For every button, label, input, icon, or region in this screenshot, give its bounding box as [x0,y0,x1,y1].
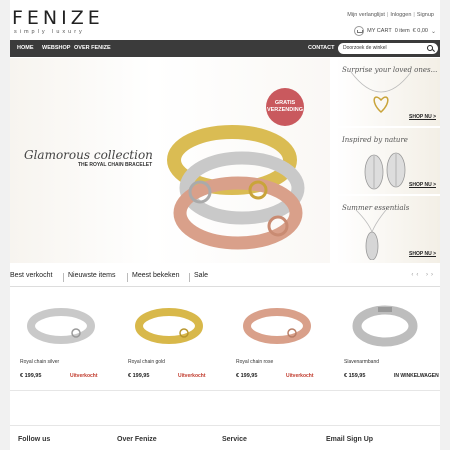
tab-meest-bekeken[interactable]: Meest bekeken [132,272,179,279]
leaf-earrings-image [364,152,406,190]
hero-banner[interactable]: Glamorous collection THE ROYAL CHAIN BRA… [10,58,330,263]
search-placeholder: Doorzoek de winkel [343,45,387,51]
product-image [352,305,418,347]
divider [10,286,440,287]
logo-tagline: simply luxury [14,29,85,35]
promo-summer[interactable]: Summer essentials SHOP NU > [336,196,440,263]
add-to-cart-button[interactable]: IN WINKELWAGEN [394,373,439,379]
feather-pendant-image [355,210,387,260]
page: FENIZE simply luxury Mijn verlanglijst | I… [10,0,440,450]
sold-out-label: Uitverkocht [70,373,98,379]
hero-title: Glamorous collection [24,148,153,162]
login-link[interactable]: Inloggen [390,12,411,18]
separator: | [413,12,415,18]
shop-now-link[interactable]: SHOP NU > [409,114,436,120]
sold-out-label: Uitverkocht [286,373,314,379]
product-name[interactable]: Royal chain rose [236,359,273,365]
promo-surprise[interactable]: Surprise your loved ones... SHOP NU > [336,58,440,126]
shop-now-link[interactable]: SHOP NU > [409,251,436,257]
footer: Follow us Over Fenize Service Email Sign… [10,425,440,450]
product-price: € 159,95 [344,373,366,379]
nav-item-over-fenize[interactable]: OVER FENIZE [74,40,111,57]
tab-divider [189,273,190,282]
free-shipping-badge: GRATIS VERZENDING [266,88,304,126]
footer-heading-over-fenize: Over Fenize [117,436,157,443]
mini-cart[interactable]: MY CART 0 item € 0,00 ⌄ [354,26,436,36]
tab-divider [127,273,128,282]
product-tabs: Best verkocht Nieuwste items Meest bekek… [10,272,440,284]
top-links: Mijn verlanglijst | Inloggen | Signup [347,12,434,18]
product-name[interactable]: Royal chain silver [20,359,59,365]
heart-necklace-image [350,72,412,114]
nav-item-webshop[interactable]: WEBSHOP [42,40,70,57]
search-input[interactable]: Doorzoek de winkel [338,43,438,54]
cart-label: MY CART [367,28,392,34]
tab-nieuwste-items[interactable]: Nieuwste items [68,272,115,279]
badge-line-2: VERZENDING [266,107,304,113]
product-card[interactable]: Slavenarmband € 159,95 IN WINKELWAGEN [334,291,442,391]
tab-sale[interactable]: Sale [194,272,208,279]
footer-heading-email-signup: Email Sign Up [326,436,374,443]
signup-link[interactable]: Signup [417,12,434,18]
badge-line-1: GRATIS [274,100,296,106]
product-price: € 199,95 [20,373,42,379]
nav-item-home[interactable]: HOME [17,40,34,57]
product-price: € 199,95 [236,373,258,379]
product-card[interactable]: Royal chain rose € 199,95 Uitverkocht [226,291,334,391]
main-nav: HOME WEBSHOP OVER FENIZE CONTACT Doorzoe… [10,40,440,57]
cart-summary: 0 item [394,28,410,34]
footer-heading-follow-us: Follow us [18,436,51,443]
logo-text[interactable]: FENIZE [12,7,104,29]
product-image [135,308,203,344]
logo[interactable]: FENIZE simply luxury [12,7,104,35]
carousel-arrows[interactable]: ‹‹ ›› [411,272,436,278]
product-price: € 199,95 [128,373,150,379]
footer-heading-service: Service [222,436,247,443]
product-list: Royal chain silver € 199,95 Uitverkocht … [10,291,440,391]
shop-now-link[interactable]: SHOP NU > [409,182,436,188]
chevron-down-icon: ⌄ [430,28,436,35]
cart-amount: € 0,00 [412,28,428,34]
tab-divider [63,273,64,282]
wishlist-link[interactable]: Mijn verlanglijst [347,12,385,18]
cart-icon [354,26,365,36]
product-card[interactable]: Royal chain silver € 199,95 Uitverkocht [10,291,118,391]
sold-out-label: Uitverkocht [178,373,206,379]
promo-nature[interactable]: Inspired by nature SHOP NU > [336,128,440,194]
product-image [27,308,95,344]
product-name[interactable]: Royal chain gold [128,359,165,365]
separator: | [386,12,389,18]
product-card[interactable]: Royal chain gold € 199,95 Uitverkocht [118,291,226,391]
product-name[interactable]: Slavenarmband [344,359,379,365]
bracelets-image [167,125,305,250]
nav-item-contact[interactable]: CONTACT [308,40,334,57]
hero-subtitle: THE ROYAL CHAIN BRACELET [78,162,153,168]
search-icon[interactable] [427,45,433,51]
tab-best-verkocht[interactable]: Best verkocht [10,272,52,279]
product-image [243,308,311,344]
